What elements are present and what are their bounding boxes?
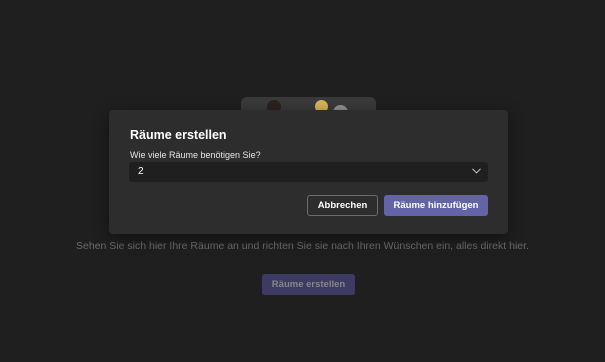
cancel-button[interactable]: Abbrechen xyxy=(307,195,378,216)
dialog-title: Räume erstellen xyxy=(130,128,227,142)
room-count-value: 2 xyxy=(138,166,144,177)
create-rooms-dialog: Räume erstellen Wie viele Räume benötige… xyxy=(109,110,508,234)
create-rooms-button-background: Räume erstellen xyxy=(262,274,355,295)
rooms-hint-text: Sehen Sie sich hier Ihre Räume an und ri… xyxy=(76,240,529,252)
room-count-dropdown[interactable]: 2 xyxy=(129,162,488,182)
room-count-label: Wie viele Räume benötigen Sie? xyxy=(130,150,261,160)
chevron-down-icon xyxy=(472,168,481,174)
add-rooms-button[interactable]: Räume hinzufügen xyxy=(384,195,488,216)
